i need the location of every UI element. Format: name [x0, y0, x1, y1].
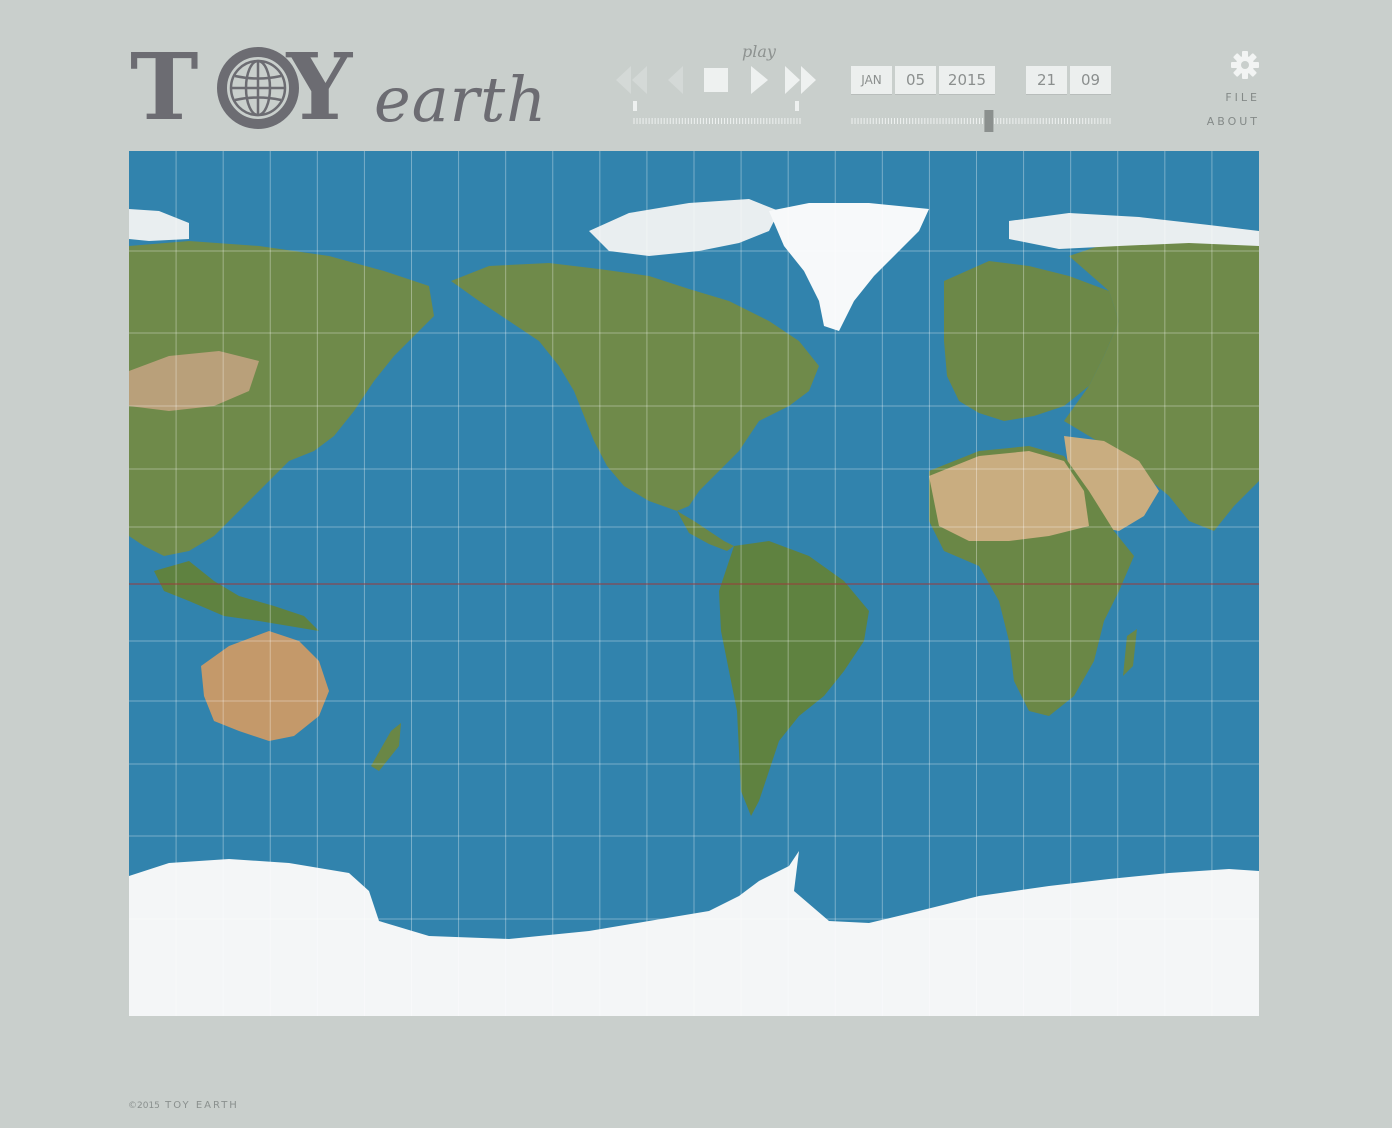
day-field[interactable]: 05 [895, 66, 936, 94]
rewind-button[interactable] [614, 64, 650, 96]
step-back-icon [668, 66, 683, 94]
play-icon [751, 66, 768, 94]
minute-field[interactable]: 09 [1070, 66, 1111, 94]
fast-forward-button[interactable] [783, 64, 819, 96]
step-back-button[interactable] [666, 64, 686, 96]
month-field[interactable]: JAN [851, 66, 892, 94]
stop-icon [704, 68, 728, 92]
hour-field[interactable]: 21 [1026, 66, 1067, 94]
copyright-text: ©2015 [128, 1101, 160, 1111]
year-field[interactable]: 2015 [939, 66, 995, 94]
toy-earth-logo: TY earth [130, 40, 546, 140]
stop-button[interactable] [703, 64, 729, 96]
speed-slider-handle-left[interactable] [633, 101, 637, 111]
gear-icon[interactable] [1230, 50, 1260, 80]
rewind-icon [616, 66, 647, 94]
play-button[interactable] [749, 64, 771, 96]
world-map[interactable] [129, 151, 1259, 1016]
logo-earth-text: earth [374, 63, 548, 136]
world-map-canvas[interactable] [129, 151, 1259, 1016]
globe-icon [217, 47, 299, 129]
speed-slider-handle-right[interactable] [795, 101, 799, 111]
menu-about[interactable]: ABOUT [1207, 115, 1260, 128]
menu-file[interactable]: FILE [1225, 91, 1260, 104]
time-slider-ticks [851, 118, 1111, 124]
logo-letter-t: T [130, 33, 201, 141]
play-label: play [742, 42, 776, 61]
time-slider[interactable] [850, 108, 1112, 134]
time-slider-handle[interactable] [984, 110, 994, 132]
fast-forward-icon [785, 66, 816, 94]
footer-brand: TOY EARTH [165, 1100, 239, 1111]
speed-slider[interactable] [632, 100, 802, 126]
footer: ©2015 TOY EARTH [128, 1100, 239, 1111]
speed-slider-ticks [633, 118, 801, 124]
